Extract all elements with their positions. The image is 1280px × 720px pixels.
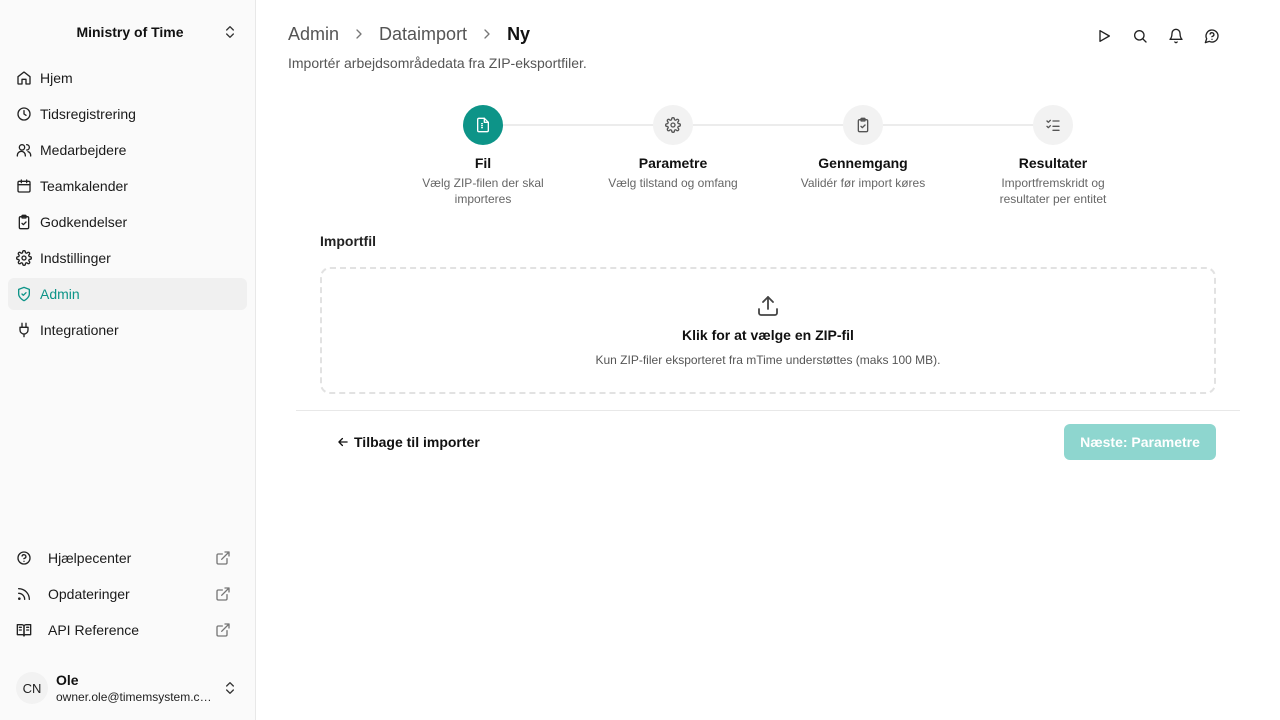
step-indicator bbox=[843, 105, 883, 145]
external-link-icon bbox=[216, 623, 230, 637]
sidebar-item-label: Teamkalender bbox=[40, 178, 128, 194]
file-dropzone[interactable]: Klik for at vælge en ZIP-fil Kun ZIP-fil… bbox=[320, 267, 1216, 394]
step-resultater: Resultater Importfremskridt og resultate… bbox=[958, 105, 1148, 207]
next-button-label: Næste: Parametre bbox=[1080, 434, 1200, 450]
file-zip-icon bbox=[477, 117, 489, 133]
sidebar-item-indstillinger[interactable]: Indstillinger bbox=[8, 242, 247, 274]
help-circle-icon bbox=[17, 551, 31, 565]
dropzone-title: Klik for at vælge en ZIP-fil bbox=[682, 327, 854, 343]
rss-icon bbox=[18, 588, 30, 600]
sidebar-item-label: Hjem bbox=[40, 70, 73, 86]
step-description: Importfremskridt og resultater per entit… bbox=[999, 176, 1107, 206]
bell-icon bbox=[1169, 28, 1183, 44]
gear-icon bbox=[16, 250, 32, 266]
step-description: Vælg tilstand og omfang bbox=[608, 176, 738, 190]
search-button[interactable] bbox=[1130, 26, 1150, 46]
dropzone-hint: Kun ZIP-filer eksporteret fra mTime unde… bbox=[595, 353, 941, 367]
list-checks-icon bbox=[1046, 119, 1060, 131]
clipboard-check-icon bbox=[857, 117, 869, 133]
breadcrumb-admin[interactable]: Admin bbox=[288, 24, 339, 45]
upload-icon bbox=[758, 296, 778, 316]
step-title: Resultater bbox=[1018, 155, 1088, 171]
play-button[interactable] bbox=[1094, 26, 1114, 46]
secondary-nav: Hjælpecenter Opdateringer API Reference bbox=[8, 542, 247, 650]
sidebar-item-label: Integrationer bbox=[40, 322, 119, 338]
chevrons-up-down-icon bbox=[226, 682, 234, 694]
clipboard-check-icon bbox=[18, 214, 30, 230]
sidebar-item-opdateringer[interactable]: Opdateringer bbox=[8, 578, 247, 610]
breadcrumb: Admin Dataimport Ny bbox=[288, 22, 530, 46]
book-icon bbox=[16, 624, 32, 637]
divider bbox=[296, 410, 1240, 411]
chevrons-up-down-icon bbox=[226, 26, 234, 38]
header-actions bbox=[1094, 26, 1238, 46]
gear-icon bbox=[665, 117, 681, 133]
shield-check-icon bbox=[18, 286, 30, 302]
avatar: CN bbox=[16, 672, 48, 704]
step-parametre: Parametre Vælg tilstand og omfang bbox=[578, 105, 768, 191]
breadcrumb-dataimport[interactable]: Dataimport bbox=[379, 24, 467, 45]
sidebar-item-label: Tidsregistrering bbox=[40, 106, 136, 122]
user-name: Ole bbox=[56, 672, 79, 688]
external-link-icon bbox=[216, 587, 230, 601]
search-icon bbox=[1134, 30, 1147, 43]
back-button-label: Tilbage til importer bbox=[354, 434, 480, 450]
import-stepper: Fil Vælg ZIP-filen der skal importeres P… bbox=[388, 105, 1148, 215]
play-icon bbox=[1099, 30, 1110, 42]
next-parameters-button[interactable]: Næste: Parametre bbox=[1064, 424, 1216, 460]
user-info: Ole owner.ole@timemsystem.com bbox=[56, 671, 216, 705]
sidebar-item-admin[interactable]: Admin bbox=[8, 278, 247, 310]
sidebar-item-api-reference[interactable]: API Reference bbox=[8, 614, 247, 646]
sidebar-item-label: API Reference bbox=[48, 622, 140, 638]
sidebar-item-label: Hjælpecenter bbox=[48, 550, 132, 566]
step-indicator bbox=[653, 105, 693, 145]
sidebar-item-hjem[interactable]: Hjem bbox=[8, 62, 247, 94]
step-description: Vælg ZIP-filen der skal importeres bbox=[422, 176, 544, 206]
sidebar-item-hjaelpecenter[interactable]: Hjælpecenter bbox=[8, 542, 247, 574]
user-email: owner.ole@timemsystem.com bbox=[56, 690, 216, 704]
import-file-label: Importfil bbox=[320, 233, 376, 249]
sidebar-item-godkendelser[interactable]: Godkendelser bbox=[8, 206, 247, 238]
sidebar-item-label: Medarbejdere bbox=[40, 142, 127, 158]
sidebar-item-label: Admin bbox=[40, 286, 80, 302]
sidebar-item-medarbejdere[interactable]: Medarbejdere bbox=[8, 134, 247, 166]
step-indicator bbox=[1033, 105, 1073, 145]
clock-icon bbox=[17, 107, 31, 121]
step-title: Gennemgang bbox=[818, 155, 908, 171]
plug-icon bbox=[19, 322, 29, 338]
user-menu[interactable]: CN Ole owner.ole@timemsystem.com bbox=[16, 668, 244, 708]
sidebar-item-integrationer[interactable]: Integrationer bbox=[8, 314, 247, 346]
notifications-button[interactable] bbox=[1166, 26, 1186, 46]
sidebar-item-teamkalender[interactable]: Teamkalender bbox=[8, 170, 247, 202]
workspace-switcher[interactable]: Ministry of Time bbox=[16, 18, 244, 46]
calendar-icon bbox=[17, 179, 31, 193]
home-icon bbox=[17, 71, 31, 85]
help-button[interactable] bbox=[1202, 26, 1222, 46]
page-subtitle: Importér arbejdsområdedata fra ZIP-ekspo… bbox=[288, 55, 587, 71]
step-title: Parametre bbox=[638, 155, 708, 171]
message-help-icon bbox=[1204, 29, 1219, 44]
back-to-imports-button[interactable]: Tilbage til importer bbox=[328, 424, 488, 460]
external-link-icon bbox=[216, 551, 230, 565]
step-description: Validér før import køres bbox=[800, 176, 926, 190]
sidebar-item-tidsregistrering[interactable]: Tidsregistrering bbox=[8, 98, 247, 130]
breadcrumb-current: Ny bbox=[507, 23, 531, 44]
sidebar-item-label: Indstillinger bbox=[40, 250, 111, 266]
chevron-right-icon bbox=[484, 29, 490, 39]
chevron-right-icon bbox=[356, 29, 362, 39]
sidebar: Ministry of Time Hjem Tidsregistrering M… bbox=[0, 0, 256, 720]
sidebar-item-label: Opdateringer bbox=[48, 586, 130, 602]
workspace-name: Ministry of Time bbox=[76, 24, 184, 40]
users-icon bbox=[16, 144, 32, 157]
arrow-left-icon bbox=[338, 437, 348, 447]
step-indicator bbox=[463, 105, 503, 145]
step-title: Fil bbox=[474, 155, 492, 171]
sidebar-item-label: Godkendelser bbox=[40, 214, 128, 230]
step-gennemgang: Gennemgang Validér før import køres bbox=[768, 105, 958, 191]
step-fil: Fil Vælg ZIP-filen der skal importeres bbox=[388, 105, 578, 207]
main-nav: Hjem Tidsregistrering Medarbejdere Teamk… bbox=[8, 62, 247, 350]
